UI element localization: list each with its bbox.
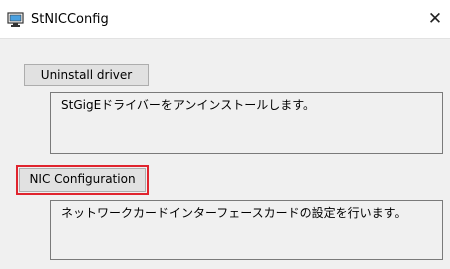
nic-configuration-button[interactable]: NIC Configuration	[16, 165, 149, 195]
title-bar: StNICConfig ✕	[0, 0, 450, 38]
window-title: StNICConfig	[31, 12, 109, 27]
uninstall-driver-button[interactable]: Uninstall driver	[24, 64, 149, 86]
uninstall-description: StGigEドライバーをアンインストールします。	[50, 92, 443, 154]
app-icon	[7, 12, 25, 28]
close-button[interactable]: ✕	[420, 6, 450, 32]
nic-description: ネットワークカードインターフェースカードの設定を行います。	[50, 200, 443, 260]
